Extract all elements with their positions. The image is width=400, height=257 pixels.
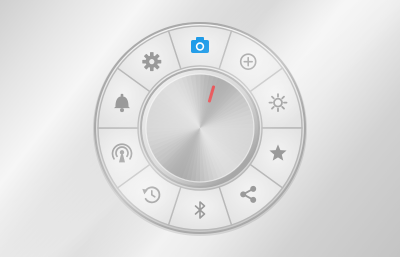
radial-dial: Camera AddBrightnessFavorite Share Bluet… (93, 22, 307, 236)
background-surface: Camera AddBrightnessFavorite Share Bluet… (0, 0, 400, 257)
radial-menu: Camera AddBrightnessFavorite Share Bluet… (0, 0, 400, 257)
gear-icon (142, 52, 162, 72)
rotary-knob[interactable]: Main knob (145, 73, 255, 183)
